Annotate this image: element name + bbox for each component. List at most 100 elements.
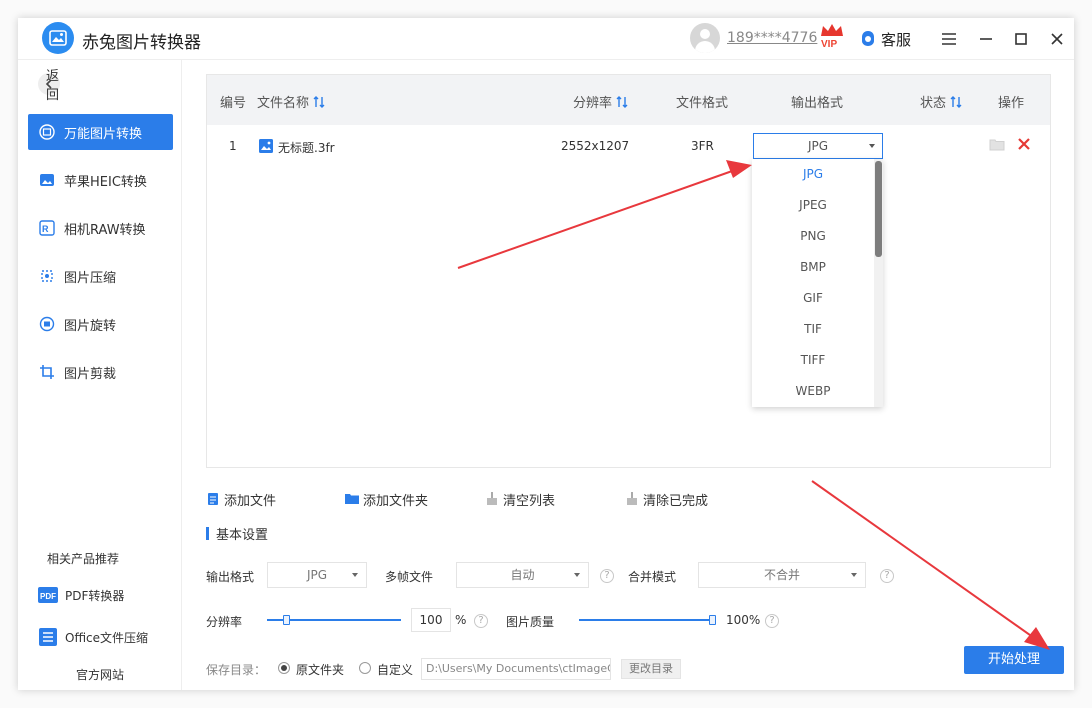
sidebar-item-universal-convert[interactable]: 万能图片转换 xyxy=(28,114,173,150)
official-site-link[interactable]: 官方网站 xyxy=(76,666,124,683)
broom-icon xyxy=(625,492,639,506)
multiframe-select[interactable]: 自动 xyxy=(456,562,589,588)
col-status[interactable]: 状态 xyxy=(920,92,962,111)
svg-text:R: R xyxy=(42,224,49,234)
add-file-label: 添加文件 xyxy=(224,493,277,509)
add-folder-button[interactable]: 添加文件夹 xyxy=(345,490,429,509)
output-format-setting-select[interactable]: JPG xyxy=(267,562,367,588)
save-path-input[interactable]: D:\Users\My Documents\ctImageC xyxy=(421,658,611,680)
format-option[interactable]: JPEG xyxy=(752,190,874,221)
format-option[interactable]: BMP xyxy=(752,252,874,283)
merge-mode-label: 合并模式 xyxy=(628,570,677,584)
folder-icon[interactable] xyxy=(989,137,1005,151)
row-file-format: 3FR xyxy=(691,139,714,153)
sidebar-item-raw[interactable]: R 相机RAW转换 xyxy=(28,210,173,246)
heic-icon xyxy=(38,171,56,189)
format-option[interactable]: GIF xyxy=(752,283,874,314)
col-resolution[interactable]: 分辨率 xyxy=(573,92,628,111)
col-index: 编号 xyxy=(220,96,247,111)
user-account-link[interactable]: 189****4776 xyxy=(727,30,817,46)
add-file-button[interactable]: 添加文件 xyxy=(206,490,277,509)
delete-icon[interactable] xyxy=(1018,138,1030,150)
col-file-format: 文件格式 xyxy=(676,96,729,111)
resolution-slider-knob[interactable] xyxy=(283,615,291,625)
row-resolution: 2552x1207 xyxy=(561,139,630,153)
quality-slider[interactable] xyxy=(579,619,713,621)
maximize-button[interactable] xyxy=(1009,26,1033,52)
minimize-button[interactable] xyxy=(974,26,998,52)
sidebar-item-label: 苹果HEIC转换 xyxy=(64,174,147,190)
format-option[interactable]: JPG xyxy=(752,159,874,190)
dropdown-scrollbar[interactable] xyxy=(874,159,883,407)
resolution-input[interactable]: 100 xyxy=(411,608,451,632)
back-button[interactable]: 返回 xyxy=(38,69,60,103)
col-name-label: 文件名称 xyxy=(257,96,310,111)
crown-icon xyxy=(821,24,843,36)
col-name[interactable]: 文件名称 xyxy=(257,92,325,111)
help-icon[interactable]: ? xyxy=(474,614,488,628)
clear-done-label: 清除已完成 xyxy=(643,493,709,509)
output-format-label: 输出格式 xyxy=(206,570,255,584)
raw-icon: R xyxy=(38,219,56,237)
radio-original-folder[interactable] xyxy=(278,662,290,674)
quality-slider-knob[interactable] xyxy=(709,615,716,625)
related-item-label: Office文件压缩 xyxy=(65,630,149,645)
related-item-office[interactable]: Office文件压缩 xyxy=(38,626,148,648)
menu-icon xyxy=(942,33,956,45)
add-folder-label: 添加文件夹 xyxy=(363,493,429,509)
multiframe-label: 多帧文件 xyxy=(385,570,434,584)
close-button[interactable] xyxy=(1045,26,1069,52)
rotate-icon xyxy=(38,315,56,333)
maximize-icon xyxy=(1015,33,1027,45)
custom-folder-label: 自定义 xyxy=(377,663,414,677)
related-item-pdf[interactable]: PDF PDF转换器 xyxy=(38,584,124,606)
sidebar-item-rotate[interactable]: 图片旋转 xyxy=(28,306,173,342)
file-list-panel: 编号 文件名称 分辨率 文件格式 输出格式 状态 操作 1 无标题.3fr 25… xyxy=(206,74,1051,468)
original-folder-label: 原文件夹 xyxy=(296,663,345,677)
help-icon[interactable]: ? xyxy=(880,569,894,583)
format-option[interactable]: PNG xyxy=(752,221,874,252)
menu-button[interactable] xyxy=(937,26,961,52)
table-header: 编号 文件名称 分辨率 文件格式 输出格式 状态 操作 xyxy=(207,75,1050,125)
back-label: 返回 xyxy=(46,69,60,103)
clear-done-button[interactable]: 清除已完成 xyxy=(625,490,709,509)
help-icon[interactable]: ? xyxy=(600,569,614,583)
format-option[interactable]: WEBP xyxy=(752,376,874,407)
output-format-select[interactable]: JPG xyxy=(753,133,883,159)
sidebar-item-heic[interactable]: 苹果HEIC转换 xyxy=(28,162,173,198)
sort-icon xyxy=(313,95,325,108)
change-dir-button[interactable]: 更改目录 xyxy=(621,659,681,679)
vip-badge[interactable]: VIP xyxy=(818,23,846,53)
minimize-icon xyxy=(980,38,992,40)
customer-service-link[interactable]: 客服 xyxy=(881,29,911,50)
chevron-down-icon xyxy=(869,144,875,148)
compress-icon xyxy=(38,267,56,285)
basic-settings-title: 基本设置 xyxy=(206,524,268,543)
row-index: 1 xyxy=(229,139,237,153)
radio-custom-folder[interactable] xyxy=(359,662,371,674)
avatar[interactable] xyxy=(690,23,720,53)
add-file-icon xyxy=(206,492,220,506)
image-convert-icon xyxy=(38,123,56,141)
clear-list-button[interactable]: 清空列表 xyxy=(485,490,556,509)
help-icon[interactable]: ? xyxy=(765,614,779,628)
clear-list-label: 清空列表 xyxy=(503,493,556,509)
sidebar-item-crop[interactable]: 图片剪裁 xyxy=(28,354,173,390)
sidebar-item-compress[interactable]: 图片压缩 xyxy=(28,258,173,294)
customer-service-icon[interactable] xyxy=(860,30,876,48)
start-processing-button[interactable]: 开始处理 xyxy=(964,646,1064,674)
sort-icon xyxy=(950,95,962,108)
save-dir-label: 保存目录： xyxy=(206,663,267,677)
col-status-label: 状态 xyxy=(920,96,947,111)
merge-mode-select[interactable]: 不合并 xyxy=(698,562,866,588)
format-option[interactable]: TIF xyxy=(752,314,874,345)
sort-icon xyxy=(616,95,628,108)
scrollbar-thumb[interactable] xyxy=(875,161,882,257)
app-window: 赤兔图片转换器 189****4776 VIP 客服 返回 万能图片转换 苹果H… xyxy=(18,18,1074,690)
vip-label: VIP xyxy=(821,39,838,50)
format-option[interactable]: TIFF xyxy=(752,345,874,376)
col-action: 操作 xyxy=(998,96,1025,111)
image-file-icon xyxy=(259,139,273,153)
related-products-title: 相关产品推荐 xyxy=(47,552,120,566)
sidebar-item-label: 图片压缩 xyxy=(64,270,117,286)
